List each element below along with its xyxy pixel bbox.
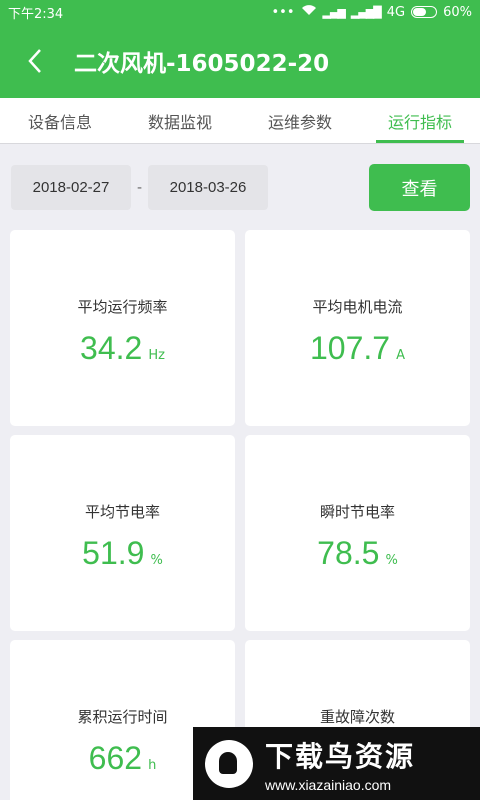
tab-label: 数据监视 xyxy=(147,112,212,132)
metric-value: 662 xyxy=(88,740,143,776)
page-title: 二次风机-1605022-20 xyxy=(74,51,330,77)
app-bar: 二次风机-1605022-20 xyxy=(0,24,480,98)
watermark-text: 下载鸟资源 www.xiazainiao.com xyxy=(265,735,415,793)
metric-unit: h xyxy=(148,758,157,773)
tab-data-monitor[interactable]: 数据监视 xyxy=(120,98,240,143)
watermark-name: 下载鸟资源 xyxy=(265,739,416,773)
metric-label: 平均电机电流 xyxy=(312,298,403,316)
metric-value-row: 107.7 A xyxy=(245,330,470,367)
metric-card-avg-motor-current: 平均电机电流 107.7 A xyxy=(245,230,470,426)
metric-label: 瞬时节电率 xyxy=(319,503,395,521)
metric-value-row: 78.5% xyxy=(245,535,470,572)
metric-unit: % xyxy=(150,553,163,568)
chevron-left-icon xyxy=(28,49,41,73)
tab-bar: 设备信息 数据监视 运维参数 运行指标 xyxy=(0,98,480,144)
network-type: 4G xyxy=(386,4,406,20)
metric-label: 重故障次数 xyxy=(319,708,395,726)
metric-unit: A xyxy=(396,348,405,363)
tab-maintenance-params[interactable]: 运维参数 xyxy=(240,98,360,143)
metric-card-instant-saving-rate: 瞬时节电率 78.5% xyxy=(245,435,470,631)
metric-unit: Hz xyxy=(148,348,165,363)
view-button[interactable]: 查看 xyxy=(369,164,470,211)
watermark-banner: 下载鸟资源 www.xiazainiao.com xyxy=(193,727,480,800)
date-separator: - xyxy=(136,179,143,196)
back-button[interactable] xyxy=(0,24,70,98)
battery-icon xyxy=(411,6,438,18)
metric-value: 107.7 xyxy=(310,330,391,366)
metric-label: 平均节电率 xyxy=(84,503,160,521)
notification-dots-icon: ••• xyxy=(271,4,295,20)
signal-icon: ▂▄▆ xyxy=(322,5,346,19)
metric-card-avg-frequency: 平均运行频率 34.2 Hz xyxy=(10,230,235,426)
tab-operation-metrics[interactable]: 运行指标 xyxy=(360,98,480,143)
wifi-icon xyxy=(301,4,317,20)
metric-label: 平均运行频率 xyxy=(77,298,168,316)
tab-label: 运行指标 xyxy=(387,112,452,132)
status-icons: ••• ▂▄▆ ▂▄▆█ 4G 60% xyxy=(271,4,472,20)
metric-value-row: 34.2 Hz xyxy=(10,330,235,367)
metric-label: 累积运行时间 xyxy=(77,708,168,726)
signal-icon-2: ▂▄▆█ xyxy=(350,5,382,19)
metric-value: 51.9 xyxy=(82,535,145,571)
bird-logo-icon xyxy=(205,739,253,788)
tab-label: 运维参数 xyxy=(267,112,332,132)
metric-value: 34.2 xyxy=(80,330,143,366)
status-time: 下午2:34 xyxy=(8,6,64,22)
end-date-picker[interactable]: 2018-03-26 xyxy=(148,165,268,210)
battery-percent: 60% xyxy=(443,4,472,20)
watermark-url: www.xiazainiao.com xyxy=(265,776,392,793)
date-filter: 2018-02-27 - 2018-03-26 查看 xyxy=(0,145,480,225)
tab-label: 设备信息 xyxy=(27,112,92,132)
metric-unit: % xyxy=(385,553,398,568)
tab-device-info[interactable]: 设备信息 xyxy=(0,98,120,143)
status-bar: 下午2:34 ••• ▂▄▆ ▂▄▆█ 4G 60% xyxy=(0,0,480,24)
metric-value-row: 51.9% xyxy=(10,535,235,572)
metric-card-avg-saving-rate: 平均节电率 51.9% xyxy=(10,435,235,631)
metric-value: 78.5 xyxy=(317,535,380,571)
start-date-picker[interactable]: 2018-02-27 xyxy=(11,165,131,210)
